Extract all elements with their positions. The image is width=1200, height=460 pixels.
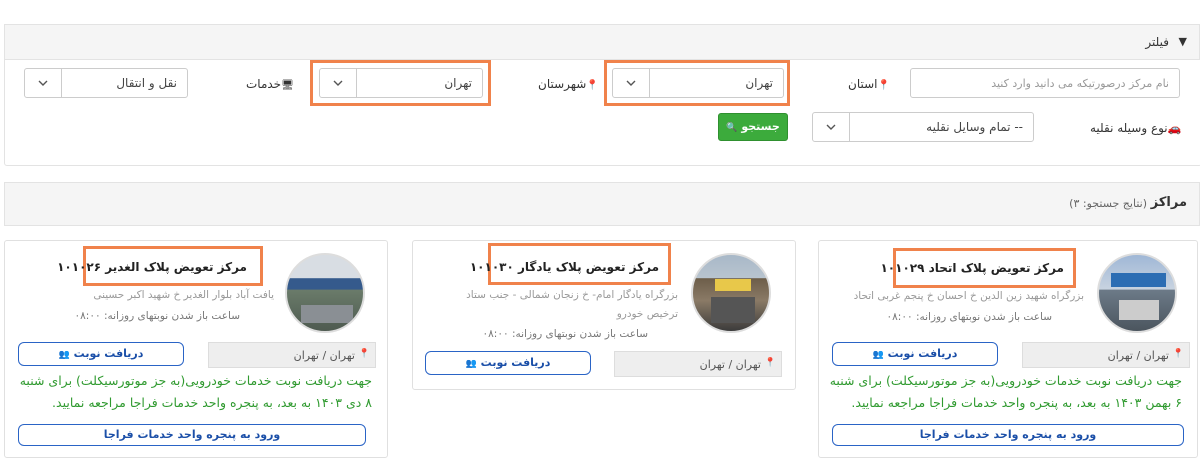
city-label: 📍شهرستان <box>538 77 599 91</box>
user-icon: 👥 <box>465 359 477 369</box>
search-icon: 🔍 <box>726 123 738 133</box>
location-field: 📍 تهران / تهران <box>1022 342 1190 368</box>
location-field: 📍 تهران / تهران <box>614 351 782 377</box>
vehicle-select[interactable]: -- تمام وسایل نقلیه <box>812 112 1034 142</box>
portal-button[interactable]: ورود به پنجره واحد خدمات فراجا <box>18 424 366 446</box>
chevron-down-icon <box>813 113 850 141</box>
services-label: 🖥خدمات <box>246 77 294 91</box>
chevron-down-icon <box>25 69 62 97</box>
location-text: تهران / تهران <box>1107 349 1169 362</box>
center-address-line2: ترخیص خودرو <box>616 308 678 320</box>
map-marker-icon: 📍 <box>764 358 776 368</box>
center-photo <box>1097 253 1177 333</box>
filter-title: فیلتر <box>1145 35 1169 49</box>
services-select[interactable]: نقل و انتقال <box>24 68 188 98</box>
caret-down-icon: ▼ <box>1178 35 1187 48</box>
search-button[interactable]: جستجو 🔍 <box>718 113 788 141</box>
user-icon: 👥 <box>58 350 70 360</box>
get-appointment-button[interactable]: دریافت نوبت 👥 <box>425 351 591 375</box>
get-appointment-button[interactable]: دریافت نوبت 👥 <box>832 342 998 366</box>
appointment-label: دریافت نوبت <box>73 347 144 360</box>
map-marker-icon: 📍 <box>1172 349 1184 359</box>
center-name-input[interactable]: نام مرکز درصورتیکه می دانید وارد کنید <box>910 68 1180 98</box>
map-marker-icon: 📍 <box>877 80 890 91</box>
results-header: مراکز (نتایج جستجو: ۳) <box>4 182 1200 226</box>
center-hours: ساعت باز شدن نوبتهای روزانه: ۰۸:۰۰ <box>482 328 649 340</box>
center-title: مرکز تعویض پلاک الغدیر ۱۰۱۰۲۶ <box>57 260 247 274</box>
get-appointment-button[interactable]: دریافت نوبت 👥 <box>18 342 184 366</box>
car-icon: 🚗 <box>1167 122 1182 135</box>
location-field: 📍 تهران / تهران <box>208 342 376 368</box>
center-hours: ساعت باز شدن نوبتهای روزانه: ۰۸:۰۰ <box>74 310 241 322</box>
vehicle-value: -- تمام وسایل نقلیه <box>926 120 1023 134</box>
results-count: (نتایج جستجو: ۳) <box>1069 197 1147 210</box>
center-title: مرکز تعویض پلاک یادگار ۱۰۱۰۳۰ <box>469 260 659 274</box>
center-address: یافت آباد بلوار الغدیر خ شهید اکبر حسینی <box>93 289 274 301</box>
search-label: جستجو <box>741 120 780 133</box>
center-address: بزرگراه یادگار امام- خ زنجان شمالی - جنب… <box>466 289 678 301</box>
vehicle-label: 🚗نوع وسیله نقلیه <box>1090 121 1182 135</box>
filter-header[interactable]: ▼ فیلتر <box>4 24 1200 60</box>
map-marker-icon: 📍 <box>586 80 599 91</box>
location-text: تهران / تهران <box>293 349 355 362</box>
notice-text: جهت دریافت نوبت خدمات خودرویی(به جز موتو… <box>19 373 372 410</box>
center-title: مرکز تعویض پلاک اتحاد ۱۰۱۰۲۹ <box>880 261 1064 275</box>
province-label: 📍استان <box>848 77 890 91</box>
center-photo <box>691 253 771 333</box>
appointment-label: دریافت نوبت <box>480 356 551 369</box>
results-title: مراکز <box>1150 195 1187 210</box>
portal-button[interactable]: ورود به پنجره واحد خدمات فراجا <box>832 424 1184 446</box>
center-hours: ساعت باز شدن نوبتهای روزانه: ۰۸:۰۰ <box>886 311 1053 323</box>
province-highlight <box>604 60 790 106</box>
center-address: بزرگراه شهید زین الدین خ احسان خ پنجم غر… <box>853 290 1084 302</box>
services-icon: 🖥 <box>281 80 294 91</box>
services-value: نقل و انتقال <box>116 76 177 90</box>
map-marker-icon: 📍 <box>358 349 370 359</box>
appointment-label: دریافت نوبت <box>887 347 958 360</box>
center-name-placeholder: نام مرکز درصورتیکه می دانید وارد کنید <box>991 77 1169 90</box>
notice-text: جهت دریافت نوبت خدمات خودرویی(به جز موتو… <box>829 373 1182 410</box>
user-icon: 👥 <box>872 350 884 360</box>
center-photo <box>285 253 365 333</box>
location-text: تهران / تهران <box>699 358 761 371</box>
city-highlight <box>310 60 491 106</box>
